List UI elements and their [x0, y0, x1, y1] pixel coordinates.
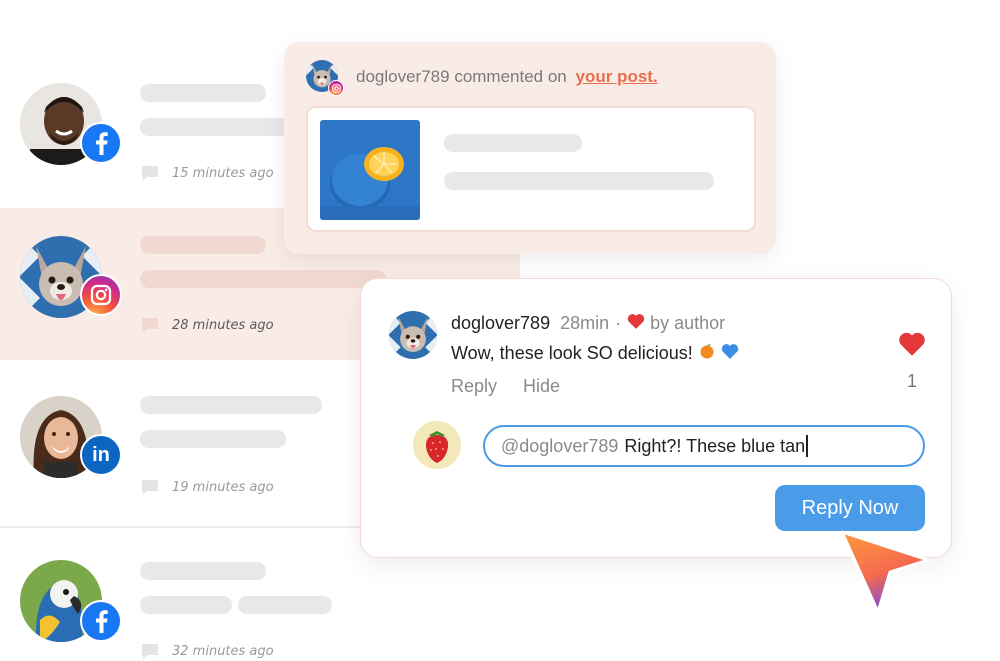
- skeleton-line: [140, 84, 266, 102]
- comment-bubble-icon: [142, 166, 158, 181]
- comment-header: doglover789 28min · by author: [451, 313, 725, 334]
- instagram-icon: [80, 274, 122, 316]
- timestamp-row: 19 minutes ago: [140, 478, 274, 496]
- orange-emoji-icon: [699, 343, 715, 364]
- mention-tag: @doglover789: [501, 435, 619, 456]
- timestamp: 19 minutes ago: [172, 479, 274, 495]
- skeleton-line: [140, 430, 286, 448]
- timestamp: 15 minutes ago: [172, 165, 274, 181]
- heart-icon: [627, 313, 645, 334]
- reply-now-button[interactable]: Reply Now: [775, 485, 925, 531]
- comment-age: 28min: [560, 313, 610, 333]
- hide-button[interactable]: Hide: [523, 376, 560, 397]
- skeleton-line: [140, 596, 232, 614]
- heart-icon[interactable]: [898, 331, 926, 356]
- reply-draft-text: Right?! These blue tan: [624, 435, 806, 456]
- like-control[interactable]: 1: [897, 331, 927, 392]
- linkedin-icon: in: [80, 434, 122, 476]
- reply-input[interactable]: @doglover789 Right?! These blue tan: [483, 425, 925, 467]
- skeleton-line: [444, 134, 582, 152]
- skeleton-line: [444, 172, 714, 190]
- notification-header: doglover789 commented on your post.: [306, 60, 658, 96]
- notification-card[interactable]: doglover789 commented on your post.: [284, 42, 776, 254]
- facebook-icon: [80, 122, 122, 164]
- reply-button[interactable]: Reply: [451, 376, 497, 397]
- comment-card: doglover789 28min · by author Wow, these…: [360, 278, 952, 558]
- comment-bubble-icon: [142, 644, 158, 659]
- timestamp: 32 minutes ago: [172, 643, 274, 659]
- notification-text: doglover789 commented on your post.: [356, 67, 658, 87]
- comment-actions: Reply Hide: [451, 376, 560, 397]
- timestamp-row: 32 minutes ago: [140, 642, 274, 660]
- strawberry-avatar: [413, 421, 461, 469]
- like-count: 1: [906, 371, 917, 391]
- notification-action: commented on: [454, 67, 567, 86]
- post-preview[interactable]: [306, 106, 756, 232]
- facebook-icon: [80, 600, 122, 642]
- timestamp-row: 15 minutes ago: [140, 164, 274, 182]
- liked-by-author-label: by author: [650, 313, 726, 333]
- notification-username[interactable]: doglover789: [356, 67, 450, 86]
- skeleton-line: [238, 596, 332, 614]
- timestamp: 28 minutes ago: [172, 317, 274, 333]
- comment-username[interactable]: doglover789: [451, 313, 550, 334]
- text-caret: [806, 435, 808, 457]
- skeleton-line: [140, 562, 266, 580]
- blue-heart-emoji-icon: [721, 343, 739, 364]
- instagram-icon: [328, 80, 344, 96]
- meta-separator: ·: [615, 313, 622, 333]
- skeleton-line: [140, 270, 386, 288]
- skeleton-line: [140, 396, 322, 414]
- comment-bubble-icon: [142, 318, 158, 333]
- comment-text: Wow, these look SO delicious!: [451, 343, 693, 363]
- comment-body: Wow, these look SO delicious!: [451, 343, 739, 364]
- comment-bubble-icon: [142, 480, 158, 495]
- pointer-cursor-icon: [836, 528, 936, 623]
- commenter-avatar: [389, 311, 437, 359]
- skeleton-line: [140, 118, 290, 136]
- timestamp-row: 28 minutes ago: [140, 316, 274, 334]
- post-thumbnail: [320, 120, 420, 220]
- your-post-link[interactable]: your post.: [576, 67, 658, 86]
- skeleton-line: [140, 236, 266, 254]
- commenter-avatar: [306, 60, 344, 96]
